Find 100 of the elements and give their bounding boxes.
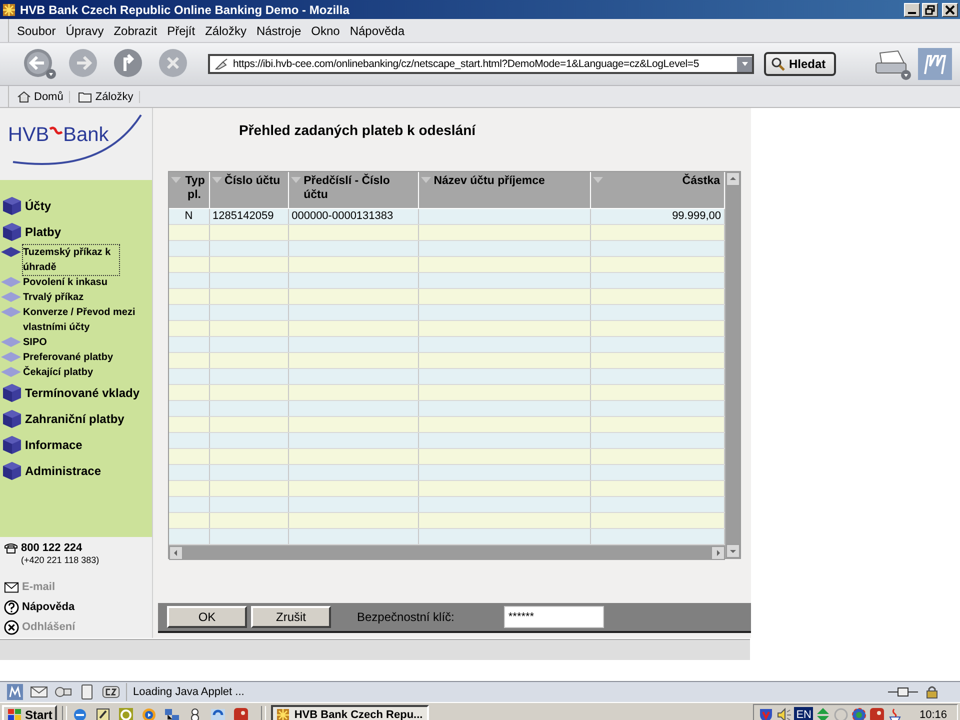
browser-icon[interactable] [72,707,88,720]
network-icon[interactable] [164,707,180,720]
nav-link[interactable]: Preferované platby [23,350,147,365]
action-button[interactable]: Zrušit [251,606,331,628]
close-button[interactable] [942,2,958,16]
phone-number: 800 122 224 [21,542,82,554]
diamond-icon [0,366,22,378]
menu-item[interactable]: Úpravy [66,22,104,38]
dragon-icon[interactable] [233,707,250,720]
diamond-icon [0,336,22,348]
cube-icon [2,196,22,216]
connection-icon [888,685,918,699]
sidebar-link[interactable]: Nápověda [22,601,75,613]
nav-link[interactable]: SIPO [23,335,147,350]
nav-link[interactable]: Informace [25,438,82,452]
window-title: HVB Bank Czech Republic Online Banking Demo - Mozilla [20,2,350,16]
arrows-icon[interactable] [815,707,832,720]
mozilla-icon[interactable] [6,684,24,700]
table-cell: 000000-0000131383 [292,210,394,222]
composer-icon[interactable] [102,684,120,700]
menu-item[interactable]: Nápověda [350,22,405,38]
clock-icon[interactable] [118,707,134,720]
scroll-down-icon[interactable] [729,547,737,555]
page-heading: Přehled zadaných plateb k odeslání [239,122,477,140]
close-icon [4,620,19,634]
diamond-icon [0,276,22,288]
field-label: Bezpečnostní klíč: [357,610,454,624]
restore-icon [923,4,937,16]
cube-icon [2,383,22,403]
search-button[interactable]: Hledat [764,52,836,76]
nav-link[interactable]: Povolení k inkasu [23,275,147,290]
menu-item[interactable]: Zobrazit [114,22,158,38]
cube-icon [2,222,22,242]
menu-item[interactable]: Nástroje [256,22,302,38]
app-icon [276,708,290,720]
action-button[interactable]: OK [167,606,247,628]
table-cell: 1285142059 [212,210,274,222]
notepad-icon[interactable] [95,707,112,720]
restore-button[interactable] [922,2,938,16]
menu-item[interactable]: Záložky [205,22,246,38]
menu-item[interactable]: Přejít [167,22,196,38]
globe-icon[interactable] [851,707,868,720]
help-icon [4,600,19,614]
bank-logo: HVB Bank [0,108,152,180]
nav-link[interactable]: Trvalý příkaz [23,290,147,305]
dropdown-icon[interactable] [737,56,752,72]
nav-link[interactable]: Účty [25,198,52,214]
password-field[interactable]: ****** [504,606,604,628]
language-indicator[interactable]: EN [794,707,814,720]
mozilla-icon [918,48,952,80]
dragon-icon[interactable] [869,707,886,720]
vertical-scrollbar[interactable] [725,172,740,558]
address-field[interactable]: https://ibi.hvb-cee.com/onlinebanking/cz/netscape_start.html?DemoMode=1&Language=cz&LogLevel=5 [208,54,754,74]
phone-icon [4,542,18,554]
scroll-up-icon[interactable] [729,175,737,183]
status-text: Loading Java Applet ... [126,683,244,701]
mail-icon [4,580,19,594]
table-cell: N [184,210,193,222]
app-icon [2,2,16,16]
scroll-left-icon[interactable] [172,549,180,557]
start-button[interactable]: Start [2,704,58,720]
clock: 10:16 [919,709,947,720]
menu-item[interactable]: Okno [311,22,340,38]
mail-icon[interactable] [30,684,48,700]
phone-number: (+420 221 118 383) [21,555,100,565]
shield-icon[interactable] [758,707,774,720]
menu-item[interactable]: Soubor [17,22,56,38]
nav-link[interactable]: Administrace [25,464,102,478]
speaker-icon[interactable] [776,707,792,720]
scroll-right-icon[interactable] [714,549,722,557]
search-icon [771,57,785,71]
cube-icon [2,461,22,481]
folder-icon [78,90,92,102]
nav-link[interactable]: Termínované vklady [25,386,140,400]
horizontal-scrollbar[interactable] [169,545,725,560]
windows-flag-icon [7,708,23,720]
nav-link[interactable]: Platby [25,224,62,240]
sync-icon[interactable] [210,707,226,720]
home-icon [17,90,31,102]
toolbar-button[interactable]: Domů [17,90,70,102]
minimize-icon [908,12,916,14]
toolbar-button[interactable]: Záložky [78,90,140,102]
back-button[interactable] [22,47,58,81]
diamond-icon [0,291,22,303]
cube-icon [2,435,22,455]
diamond-icon [0,306,22,318]
pin-icon [214,57,230,71]
nav-link[interactable]: Čekající platby [23,365,147,380]
lock-icon[interactable] [924,685,940,699]
media-player-icon[interactable] [141,707,158,720]
java-icon[interactable] [887,707,904,720]
close-icon [943,4,957,16]
nav-link[interactable]: Konverze / Převod mezi vlastními účty [23,305,147,335]
minimize-button[interactable] [904,2,920,16]
table-cell: 99.999,00 [672,210,721,222]
cube-icon [2,409,22,429]
chat-icon[interactable] [54,684,72,700]
nav-link[interactable]: Zahraniční platby [25,412,124,426]
taskbar-button[interactable]: HVB Bank Czech Repu... [271,704,430,720]
nav-link[interactable]: Tuzemský příkaz k úhradě [23,245,119,275]
